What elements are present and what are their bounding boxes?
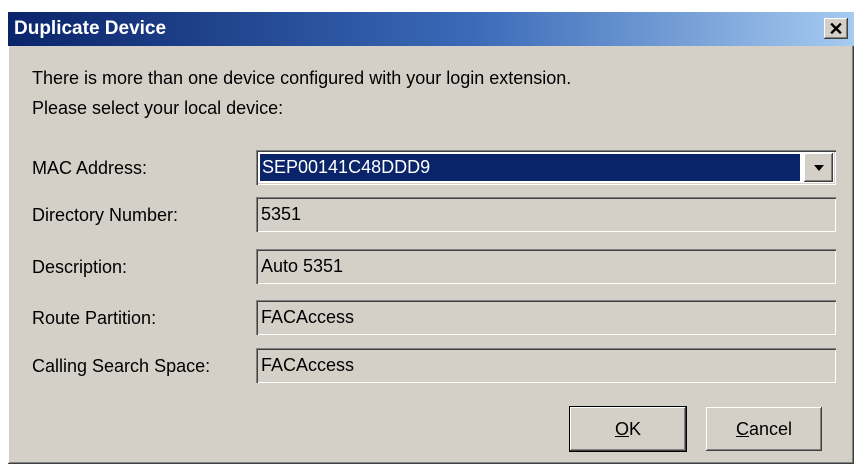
close-icon: ✕ [828,18,844,39]
mac-address-label: MAC Address: [32,158,148,178]
calling-search-space-field: FACAccess [256,348,836,383]
message-line-1: There is more than one device configured… [32,68,572,88]
window-title: Duplicate Device [14,18,167,39]
cancel-label-rest: ancel [748,418,793,439]
description-field: Auto 5351 [256,249,836,284]
description-label: Description: [32,257,128,277]
ok-accelerator: O [614,418,629,439]
ok-button[interactable]: OK [570,407,686,451]
route-partition-label: Route Partition: [32,308,157,328]
directory-number-label: Directory Number: [32,205,179,225]
calling-search-space-label: Calling Search Space: [32,356,211,376]
dropdown-arrow-button[interactable] [804,153,833,182]
route-partition-field: FACAccess [256,300,836,335]
title-bar[interactable]: Duplicate Device ✕ [8,12,854,46]
cancel-accelerator: C [735,418,749,439]
duplicate-device-dialog: Duplicate Device ✕ There is more than on… [8,12,854,464]
chevron-down-icon [813,164,824,171]
directory-number-field: 5351 [256,197,836,232]
message-line-2: Please select your local device: [32,98,284,118]
mac-address-dropdown[interactable]: SEP00141C48DDD9 [256,150,836,185]
cancel-button[interactable]: Cancel [706,407,822,451]
mac-address-selected-value: SEP00141C48DDD9 [260,154,800,181]
close-button[interactable]: ✕ [824,18,848,39]
ok-label-rest: K [629,418,642,439]
